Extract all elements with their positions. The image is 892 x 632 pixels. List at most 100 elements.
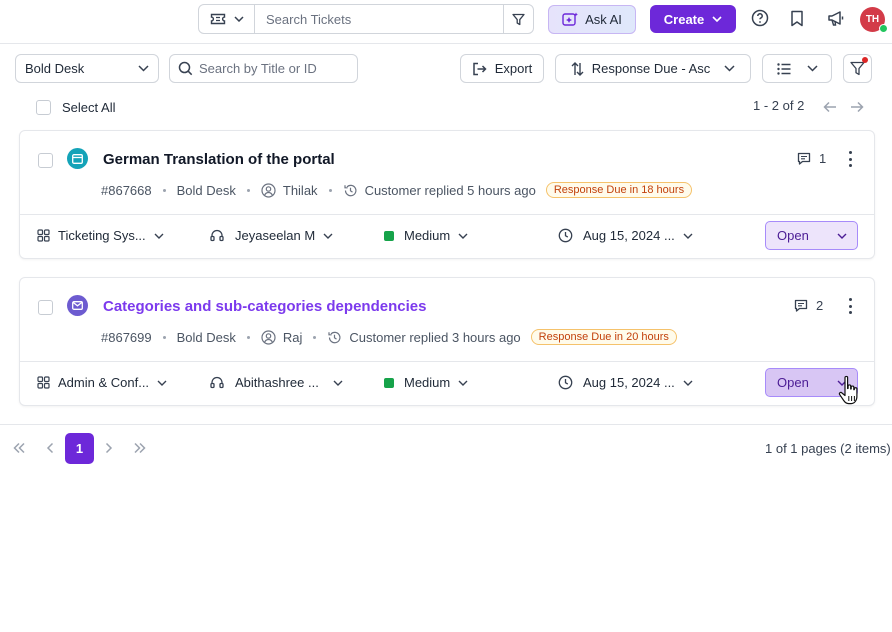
megaphone-icon: [827, 10, 846, 27]
double-chevron-right-icon: [133, 442, 147, 454]
search-filter-button[interactable]: [503, 5, 533, 33]
bookmark-button[interactable]: [787, 8, 807, 28]
response-due-badge: Response Due in 20 hours: [530, 329, 677, 345]
chevron-down-icon: [806, 65, 818, 72]
agent-dropdown[interactable]: Jeyaseelan M: [210, 228, 333, 243]
title-search-input[interactable]: [199, 61, 349, 76]
comment-count[interactable]: 2: [794, 298, 823, 313]
pagination-info: 1 of 1 pages (2 items): [765, 441, 891, 456]
select-all-label: Select All: [62, 100, 116, 115]
ask-ai-button[interactable]: Ask AI: [548, 5, 636, 34]
ticket-card[interactable]: German Translation of the portal #867668…: [19, 130, 875, 259]
next-page-button[interactable]: [849, 99, 865, 115]
ticket-checkbox[interactable]: [38, 300, 53, 315]
comment-count-value: 2: [816, 298, 824, 313]
previous-page-button[interactable]: [42, 440, 58, 456]
due-date-value: Aug 15, 2024 ...: [583, 375, 675, 390]
select-all[interactable]: Select All: [36, 100, 115, 115]
last-page-button[interactable]: [132, 440, 148, 456]
export-label: Export: [494, 61, 533, 76]
page-number-current[interactable]: 1: [65, 433, 94, 464]
category-value: Ticketing Sys...: [58, 228, 146, 243]
separator-dot: [246, 188, 250, 192]
category-dropdown[interactable]: Ticketing Sys...: [37, 228, 164, 243]
export-button[interactable]: Export: [460, 54, 544, 83]
comment-count[interactable]: 1: [797, 151, 826, 166]
priority-dropdown[interactable]: Medium: [384, 228, 468, 243]
ticket-title[interactable]: German Translation of the portal: [103, 151, 335, 168]
status-dropdown[interactable]: Open: [765, 221, 858, 250]
ticket-meta: #867668 Bold Desk Thilak Customer replie…: [101, 182, 693, 198]
category-dropdown[interactable]: Admin & Conf...: [37, 375, 167, 390]
chevron-down-icon: [683, 233, 693, 239]
chevron-down-icon: [233, 16, 244, 22]
title-search-box: [169, 54, 358, 83]
view-layout-dropdown[interactable]: [762, 54, 832, 83]
ticket-checkbox[interactable]: [38, 153, 53, 168]
more-options-button[interactable]: [844, 150, 856, 168]
user-icon: [261, 329, 276, 345]
ticket-card[interactable]: Categories and sub-categories dependenci…: [19, 277, 875, 406]
category-grid-icon: [37, 376, 50, 389]
chevron-down-icon: [724, 65, 735, 72]
priority-value: Medium: [404, 375, 451, 390]
previous-page-button[interactable]: [822, 99, 838, 115]
chevron-down-icon: [323, 233, 333, 239]
filter-icon: [850, 61, 865, 76]
category-value: Admin & Conf...: [58, 375, 150, 390]
active-filter-indicator: [862, 57, 868, 63]
comment-icon: [794, 299, 808, 312]
more-options-button[interactable]: [844, 297, 856, 315]
ai-sparkle-icon: [562, 12, 579, 27]
ticket-brand: Bold Desk: [176, 182, 236, 198]
chevron-right-icon: [105, 442, 113, 454]
ticket-title[interactable]: Categories and sub-categories dependenci…: [103, 298, 426, 315]
brand-select-value: Bold Desk: [25, 61, 85, 76]
priority-indicator: [384, 230, 394, 241]
chevron-down-icon: [458, 380, 468, 386]
chevron-left-icon: [46, 442, 54, 454]
announcements-button[interactable]: [826, 8, 846, 28]
pointer-cursor-icon: [837, 374, 863, 410]
bookmark-icon: [790, 10, 804, 27]
clock-icon: [558, 375, 573, 390]
ask-ai-label: Ask AI: [585, 12, 622, 27]
ticket-requester[interactable]: Thilak: [283, 183, 318, 198]
due-date-dropdown[interactable]: Aug 15, 2024 ...: [558, 228, 693, 243]
agent-dropdown[interactable]: Abithashree ...: [210, 375, 343, 390]
result-range: 1 - 2 of 2: [753, 98, 805, 113]
comment-count-value: 1: [819, 151, 827, 166]
list-view-icon: [776, 62, 791, 75]
history-icon: [343, 183, 358, 198]
ticket-search-input[interactable]: [255, 5, 503, 33]
create-label: Create: [663, 11, 705, 27]
top-bar: Ask AI Create TH: [0, 0, 892, 44]
chevron-down-icon: [837, 233, 847, 239]
sort-dropdown[interactable]: Response Due - Asc: [555, 54, 751, 83]
email-icon: [67, 295, 88, 316]
status-value: Open: [777, 375, 809, 390]
due-date-dropdown[interactable]: Aug 15, 2024 ...: [558, 375, 693, 390]
ticket-type-dropdown[interactable]: [199, 5, 255, 33]
chevron-down-icon: [333, 380, 343, 386]
arrow-right-icon: [850, 101, 864, 113]
online-status-indicator: [879, 24, 888, 33]
priority-dropdown[interactable]: Medium: [384, 375, 468, 390]
brand-select[interactable]: Bold Desk: [15, 54, 159, 83]
first-page-button[interactable]: [11, 440, 27, 456]
clock-icon: [558, 228, 573, 243]
ticket-requester[interactable]: Raj: [283, 330, 303, 345]
filter-icon: [512, 13, 525, 26]
help-icon: [751, 9, 769, 27]
headset-icon: [210, 229, 224, 242]
portal-icon: [67, 148, 88, 169]
separator-dot: [246, 335, 250, 339]
create-button[interactable]: Create: [650, 5, 736, 33]
chevron-down-icon: [138, 65, 149, 72]
ticket-id: #867668: [101, 182, 152, 198]
help-button[interactable]: [750, 8, 770, 28]
next-page-button[interactable]: [101, 440, 117, 456]
priority-indicator: [384, 377, 394, 388]
sort-icon: [571, 61, 584, 76]
select-all-checkbox[interactable]: [36, 100, 51, 115]
